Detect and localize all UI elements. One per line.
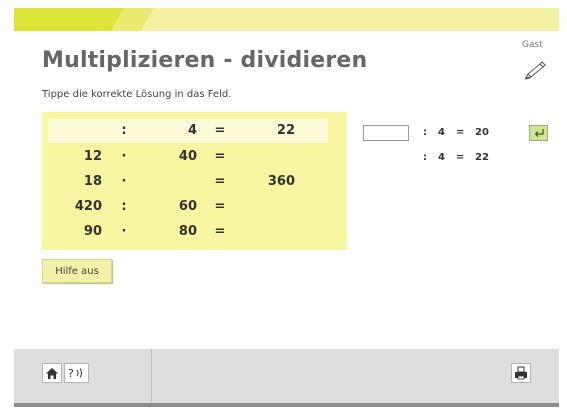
- top-banner: [14, 8, 559, 31]
- task-row-5[interactable]: 90 · 80 =: [42, 220, 347, 244]
- answer-input[interactable]: [363, 125, 409, 141]
- work-line-2-operator: :: [423, 152, 427, 163]
- enter-button[interactable]: [529, 125, 548, 141]
- task-row-2[interactable]: 12 · 40 =: [42, 145, 347, 169]
- work-line-2-operand: 4: [438, 152, 445, 163]
- print-button[interactable]: [511, 363, 531, 383]
- task-operator: ·: [121, 174, 127, 189]
- work-line-1-result: 20: [475, 127, 489, 138]
- audio-help-icon: ?: [68, 367, 82, 380]
- task-row-4[interactable]: 420 : 60 =: [42, 195, 347, 219]
- task-equals: =: [214, 224, 226, 239]
- task-operand-a: 90: [83, 224, 102, 239]
- task-operator: :: [121, 123, 127, 138]
- svg-text:?: ?: [68, 367, 74, 380]
- task-row-3[interactable]: 18 · = 360: [42, 170, 347, 194]
- page-title: Multiplizieren - dividieren: [42, 48, 368, 73]
- work-line-2-result: 22: [475, 152, 489, 163]
- audio-help-button[interactable]: ?: [64, 363, 89, 383]
- task-operand-a: 12: [83, 149, 102, 164]
- task-result: 360: [267, 174, 295, 189]
- work-line-1-equals: =: [456, 127, 465, 138]
- task-equals: =: [214, 174, 226, 189]
- task-equals: =: [214, 149, 226, 164]
- task-result: 22: [276, 123, 295, 138]
- task-operand-b: 4: [187, 123, 197, 138]
- work-line-1-operator: :: [423, 127, 427, 138]
- task-operator: ·: [121, 149, 127, 164]
- task-operand-b: 80: [178, 224, 197, 239]
- pen-icon[interactable]: [522, 58, 548, 80]
- home-icon: [46, 367, 58, 379]
- task-panel: : 4 = 22 12 · 40 = 18 · = 360 420 : 60 =…: [42, 112, 347, 250]
- user-name: Gast: [522, 40, 543, 50]
- home-button[interactable]: [42, 363, 62, 383]
- task-operator: ·: [121, 224, 127, 239]
- bottom-toolbar: [14, 349, 559, 403]
- work-line-2-equals: =: [456, 152, 465, 163]
- task-row-1[interactable]: : 4 = 22: [48, 119, 328, 143]
- task-operand-b: 60: [178, 199, 197, 214]
- task-equals: =: [214, 123, 226, 138]
- enter-icon: [534, 129, 544, 137]
- task-operator: :: [121, 199, 127, 214]
- task-operand-a: 18: [83, 174, 102, 189]
- task-operand-b: 40: [178, 149, 197, 164]
- toolbar-divider: [151, 349, 152, 403]
- bottom-rule: [14, 403, 559, 407]
- instruction-text: Tippe die korrekte Lösung in das Feld.: [42, 89, 232, 100]
- work-line-1-operand: 4: [438, 127, 445, 138]
- task-operand-a: 420: [74, 199, 102, 214]
- task-equals: =: [214, 199, 226, 214]
- help-toggle-button[interactable]: Hilfe aus: [42, 259, 112, 283]
- print-icon: [515, 366, 527, 380]
